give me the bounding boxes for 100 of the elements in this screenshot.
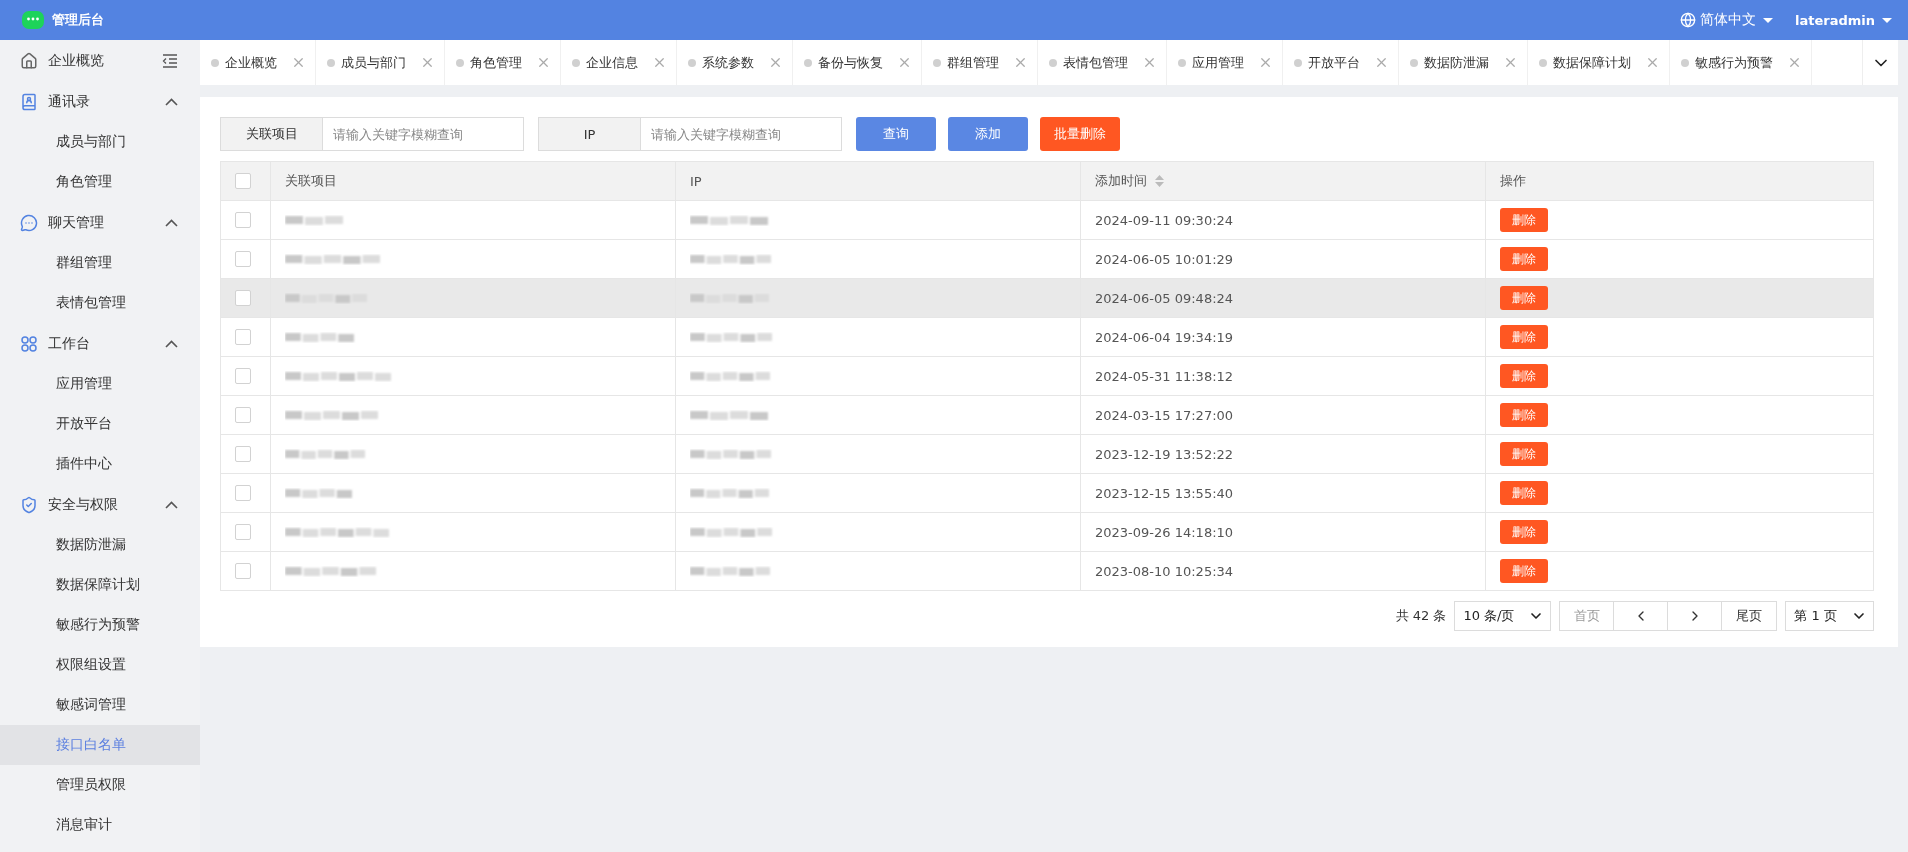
sidebar-group[interactable]: 聊天管理 [0, 202, 200, 243]
redacted-text [285, 213, 345, 227]
row-checkbox[interactable] [235, 329, 251, 346]
table-cell: 2023-12-15 13:55:40 [1080, 473, 1486, 513]
table-header-cell[interactable]: 添加时间 [1080, 161, 1486, 201]
shield-icon [20, 495, 38, 514]
tab[interactable]: 数据保障计划 [1528, 40, 1670, 85]
table-header-cell: 关联项目 [270, 161, 676, 201]
tab[interactable]: 角色管理 [445, 40, 561, 85]
close-icon[interactable] [897, 55, 912, 70]
sidebar-item[interactable]: 消息审计 [0, 805, 200, 845]
close-icon[interactable] [536, 55, 551, 70]
row-checkbox[interactable] [235, 485, 251, 502]
dot-icon [1410, 58, 1418, 67]
table-cell: 2024-06-04 19:34:19 [1080, 317, 1486, 357]
sort-icon [1155, 175, 1164, 187]
select-all-checkbox[interactable] [235, 173, 251, 190]
dot-icon [804, 58, 812, 67]
dot-icon [327, 58, 335, 67]
language-menu[interactable]: 简体中文 [1680, 11, 1773, 29]
tab[interactable]: 系统参数 [677, 40, 793, 85]
sidebar-item[interactable]: 群组管理 [0, 243, 200, 283]
sidebar-item[interactable]: 应用管理 [0, 364, 200, 404]
sidebar-group[interactable]: 安全与权限 [0, 484, 200, 525]
sidebar-item[interactable]: 敏感词管理 [0, 685, 200, 725]
table-cell: 2023-09-26 14:18:10 [1080, 512, 1486, 552]
collapse-menu-icon[interactable] [162, 53, 178, 68]
dot-icon [933, 58, 941, 67]
search-field[interactable]: 请输入关键字模糊查询 [641, 117, 842, 151]
sidebar-item[interactable]: 企业概览 [0, 40, 200, 81]
dot-icon [1539, 58, 1547, 67]
table-cell: 2023-08-10 10:25:34 [1080, 551, 1486, 591]
globe-icon [1680, 12, 1696, 28]
sidebar-item[interactable]: 权限组设置 [0, 645, 200, 685]
tab[interactable]: 企业概览 [200, 40, 316, 85]
sidebar-group[interactable]: 工作台 [0, 323, 200, 364]
table-cell: 2024-09-11 09:30:24 [1080, 200, 1486, 240]
tab[interactable]: 群组管理 [922, 40, 1038, 85]
close-icon[interactable] [1787, 55, 1802, 70]
home-icon [20, 51, 38, 70]
sidebar-item[interactable]: 开放平台 [0, 404, 200, 444]
sidebar-item[interactable]: 角色管理 [0, 162, 200, 202]
table-cell: 2024-03-15 17:27:00 [1080, 395, 1486, 435]
sidebar-item[interactable]: 管理员权限 [0, 765, 200, 805]
row-checkbox[interactable] [235, 407, 251, 424]
user-menu[interactable]: lateradmin [1795, 12, 1892, 28]
contacts-icon [20, 92, 38, 111]
row-checkbox[interactable] [235, 251, 251, 268]
chat-icon [20, 213, 38, 232]
sidebar-group[interactable]: 通讯录 [0, 81, 200, 122]
dot-icon [572, 58, 580, 67]
sidebar-item[interactable]: 插件中心 [0, 444, 200, 484]
row-checkbox[interactable] [235, 212, 251, 229]
close-icon[interactable] [291, 55, 306, 70]
search-field[interactable]: 请输入关键字模糊查询 [323, 117, 524, 151]
tab[interactable]: 数据防泄漏 [1399, 40, 1528, 85]
tab[interactable]: 企业信息 [561, 40, 677, 85]
field-label: 关联项目 [220, 117, 323, 151]
close-icon[interactable] [1503, 55, 1518, 70]
sidebar-item[interactable]: 表情包管理 [0, 283, 200, 323]
tab[interactable]: 表情包管理 [1038, 40, 1167, 85]
logo-icon [22, 11, 44, 29]
close-icon[interactable] [768, 55, 783, 70]
app-title: 管理后台 [52, 11, 104, 29]
close-icon[interactable] [420, 55, 435, 70]
dot-icon [1049, 58, 1057, 67]
tab[interactable]: 开放平台 [1283, 40, 1399, 85]
page-size-select[interactable]: 10 条/页 [1454, 601, 1552, 631]
close-icon[interactable] [1142, 55, 1157, 70]
close-icon[interactable] [1374, 55, 1389, 70]
dot-icon [1681, 58, 1689, 67]
row-checkbox[interactable] [235, 446, 251, 463]
field-label: IP [538, 117, 641, 151]
row-checkbox[interactable] [235, 563, 251, 580]
sidebar-item[interactable]: 成员与部门 [0, 122, 200, 162]
close-icon[interactable] [1013, 55, 1028, 70]
table-cell: 2024-06-05 09:48:24 [1080, 278, 1486, 318]
dot-icon [688, 58, 696, 67]
close-icon[interactable] [652, 55, 667, 70]
redacted-text [285, 330, 356, 344]
row-checkbox[interactable] [235, 524, 251, 541]
table-cell: 2023-12-19 13:52:22 [1080, 434, 1486, 474]
sidebar-item[interactable]: 数据保障计划 [0, 565, 200, 605]
close-icon[interactable] [1645, 55, 1660, 70]
tab[interactable]: 应用管理 [1167, 40, 1283, 85]
tab[interactable]: 敏感行为预警 [1670, 40, 1812, 85]
row-checkbox[interactable] [235, 290, 251, 307]
close-icon[interactable] [1258, 55, 1273, 70]
tab[interactable]: 成员与部门 [316, 40, 445, 85]
dot-icon [211, 58, 219, 67]
sidebar-item[interactable]: 数据防泄漏 [0, 525, 200, 565]
redacted-text [285, 486, 354, 500]
dot-icon [1294, 58, 1302, 67]
table-cell: 2024-05-31 11:38:12 [1080, 356, 1486, 396]
row-checkbox[interactable] [235, 368, 251, 385]
total-count: 共 42 条 [1395, 607, 1447, 625]
tab[interactable]: 备份与恢复 [793, 40, 922, 85]
page-select[interactable]: 第 1 页 [1785, 601, 1874, 631]
dot-icon [456, 58, 464, 67]
sidebar-item[interactable]: 敏感行为预警 [0, 605, 200, 645]
